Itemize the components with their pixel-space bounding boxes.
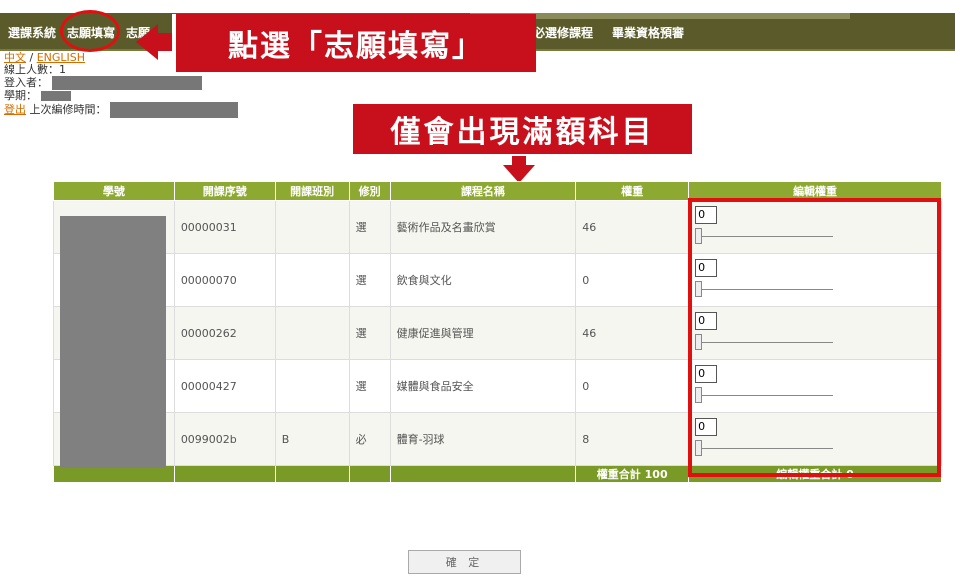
course-type: 必 xyxy=(348,412,391,466)
col-header-student-id: 學號 xyxy=(53,181,175,201)
col-header-weight: 權重 xyxy=(575,181,690,201)
semester-label: 學期： xyxy=(4,89,37,102)
course-type: 選 xyxy=(348,359,391,413)
user-info: 中文 / ENGLISH 線上人數：1 登入者： 學期： 登出 上次編修時間： xyxy=(4,52,238,118)
table-row: B 0099002b B 必 體育-羽球 8 0 xyxy=(53,412,942,466)
course-class xyxy=(274,253,350,307)
course-weight: 0 xyxy=(575,253,690,307)
edit-weight-input[interactable]: 0 xyxy=(695,206,718,224)
col-header-type: 修別 xyxy=(348,181,391,201)
callout-full-courses: 僅會出現滿額科目 xyxy=(350,101,695,157)
logout-link[interactable]: 登出 xyxy=(4,103,26,116)
slider-handle[interactable] xyxy=(695,281,703,297)
course-code: 0099002b xyxy=(173,412,276,466)
redacted-user xyxy=(51,76,202,90)
course-class: B xyxy=(274,412,350,466)
slider-handle[interactable] xyxy=(695,228,703,244)
course-class xyxy=(274,359,350,413)
course-name: 體育-羽球 xyxy=(389,412,577,466)
course-code: 00000427 xyxy=(173,359,276,413)
last-edit-label: 上次編修時間： xyxy=(29,103,107,116)
slider-handle[interactable] xyxy=(695,440,703,456)
course-name: 藝術作品及名畫欣賞 xyxy=(389,200,577,254)
weight-total: 權重合計 100 xyxy=(575,465,690,483)
highlight-circle xyxy=(60,10,120,52)
table-row: B 00000427 選 媒體與食品安全 0 0 xyxy=(53,359,942,413)
edit-weight-input[interactable]: 0 xyxy=(695,312,718,330)
course-type: 選 xyxy=(348,200,391,254)
course-table: 學號 開課序號 開課班別 修別 課程名稱 權重 編輯權重 B 00000031 … xyxy=(53,181,942,483)
course-name: 媒體與食品安全 xyxy=(389,359,577,413)
edit-weight-input[interactable]: 0 xyxy=(695,365,718,383)
nav-graduation-review[interactable]: 畢業資格預審 xyxy=(612,24,684,41)
table-footer-row: 權重合計 100 編輯權重合計 0 xyxy=(53,465,942,483)
redacted-semester xyxy=(40,91,71,101)
edit-weight-cell: 0 xyxy=(688,359,942,413)
course-class xyxy=(274,200,350,254)
redacted-student-ids xyxy=(60,216,166,468)
edit-weight-total: 編輯權重合計 0 xyxy=(688,465,942,483)
table-row: B 00000070 選 飲食與文化 0 0 xyxy=(53,253,942,307)
course-type: 選 xyxy=(348,306,391,360)
course-weight: 0 xyxy=(575,359,690,413)
course-weight: 8 xyxy=(575,412,690,466)
redacted-last-edit xyxy=(110,102,238,118)
table-row: B 00000031 選 藝術作品及名畫欣賞 46 0 xyxy=(53,200,942,254)
weight-slider[interactable] xyxy=(695,279,834,301)
course-weight: 46 xyxy=(575,200,690,254)
col-header-course-code: 開課序號 xyxy=(173,181,276,201)
edit-weight-cell: 0 xyxy=(688,412,942,466)
edit-weight-cell: 0 xyxy=(688,306,942,360)
course-name: 飲食與文化 xyxy=(389,253,577,307)
edit-weight-input[interactable]: 0 xyxy=(695,259,718,277)
course-code: 00000070 xyxy=(173,253,276,307)
edit-weight-input[interactable]: 0 xyxy=(695,418,718,436)
course-weight: 46 xyxy=(575,306,690,360)
weight-slider[interactable] xyxy=(695,226,834,248)
submit-button[interactable]: 確 定 xyxy=(408,550,521,574)
table-row: B 00000262 選 健康促進與管理 46 0 xyxy=(53,306,942,360)
slider-handle[interactable] xyxy=(695,334,703,350)
online-count: 線上人數：1 xyxy=(4,63,66,76)
table-header-row: 學號 開課序號 開課班別 修別 課程名稱 權重 編輯權重 xyxy=(53,181,942,201)
course-class xyxy=(274,306,350,360)
edit-weight-cell: 0 xyxy=(688,200,942,254)
course-code: 00000262 xyxy=(173,306,276,360)
weight-slider[interactable] xyxy=(695,438,834,460)
course-code: 00000031 xyxy=(173,200,276,254)
login-user-label: 登入者： xyxy=(4,76,48,89)
col-header-class: 開課班別 xyxy=(274,181,350,201)
weight-slider[interactable] xyxy=(695,332,834,354)
weight-slider[interactable] xyxy=(695,385,834,407)
edit-weight-cell: 0 xyxy=(688,253,942,307)
slider-handle[interactable] xyxy=(695,387,703,403)
course-type: 選 xyxy=(348,253,391,307)
nav-course-system[interactable]: 選課系統 xyxy=(8,24,56,41)
col-header-edit-weight: 編輯權重 xyxy=(688,181,942,201)
course-name: 健康促進與管理 xyxy=(389,306,577,360)
col-header-course-name: 課程名稱 xyxy=(389,181,577,201)
